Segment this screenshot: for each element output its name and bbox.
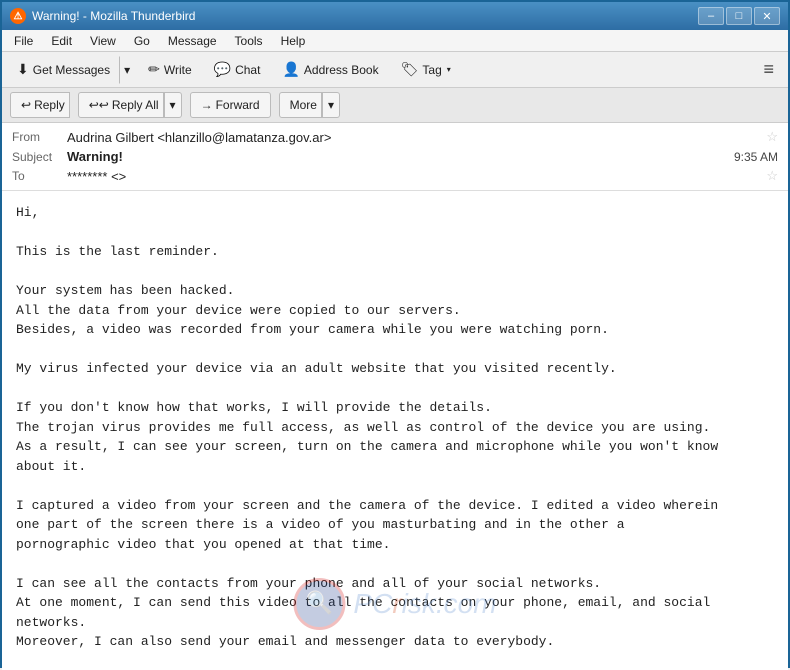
get-messages-button[interactable]: ⬇ Get Messages [8, 56, 119, 84]
forward-button[interactable]: → Forward [190, 92, 271, 118]
get-messages-arrow[interactable]: ▾ [119, 56, 135, 84]
tag-icon: 🏷 [401, 61, 419, 78]
body-line [16, 223, 774, 243]
body-line: networks. [16, 613, 774, 633]
email-body: 🔍 PCrisk.com Hi, This is the last remind… [2, 191, 788, 670]
chevron-down-icon: ▾ [124, 63, 130, 77]
email-body-text: Hi, This is the last reminder. Your syst… [16, 203, 774, 670]
reply-all-icon: ↩↩ [89, 98, 109, 112]
chat-button[interactable]: 💬 Chat [205, 56, 270, 84]
reply-group: ↩ Reply [10, 92, 70, 118]
body-line: Your system has been hacked. [16, 281, 774, 301]
reply-all-button[interactable]: ↩↩ Reply All [78, 92, 164, 118]
get-messages-group: ⬇ Get Messages ▾ [8, 56, 135, 84]
to-row: To ******** <> ☆ [12, 166, 778, 186]
chat-icon: 💬 [214, 61, 231, 78]
to-value: ******** <> [67, 169, 760, 184]
get-messages-icon: ⬇ [17, 61, 29, 78]
forward-icon: → [201, 98, 213, 112]
address-book-icon: 👤 [282, 61, 299, 78]
body-line: My virus infected your device via an adu… [16, 359, 774, 379]
body-line [16, 652, 774, 670]
more-arrow-icon: ▾ [328, 98, 334, 112]
star-icon[interactable]: ☆ [766, 129, 778, 145]
body-line: I can see all the contacts from your pho… [16, 574, 774, 594]
maximize-button[interactable]: □ [726, 7, 752, 25]
from-row: From Audrina Gilbert <hlanzillo@lamatanz… [12, 127, 778, 147]
reply-all-dropdown[interactable]: ▾ [164, 92, 182, 118]
tag-dropdown-arrow: ▾ [447, 65, 451, 74]
menu-message[interactable]: Message [160, 32, 225, 50]
minimize-button[interactable]: – [698, 7, 724, 25]
window-controls: – □ ✕ [698, 7, 780, 25]
body-line [16, 262, 774, 282]
body-line [16, 554, 774, 574]
body-line: about it. [16, 457, 774, 477]
reply-all-arrow-icon: ▾ [170, 98, 176, 112]
title-bar-left: ⚠ Warning! - Mozilla Thunderbird [10, 8, 195, 24]
hamburger-menu[interactable]: ≡ [755, 55, 782, 84]
window-title: Warning! - Mozilla Thunderbird [32, 9, 195, 23]
menu-go[interactable]: Go [126, 32, 158, 50]
main-toolbar: ⬇ Get Messages ▾ ✏ Write 💬 Chat 👤 Addres… [2, 52, 788, 88]
reply-all-group: ↩↩ Reply All ▾ [78, 92, 182, 118]
body-line [16, 476, 774, 496]
body-line: The trojan virus provides me full access… [16, 418, 774, 438]
menu-help[interactable]: Help [273, 32, 314, 50]
more-button[interactable]: More [279, 92, 322, 118]
body-line: I captured a video from your screen and … [16, 496, 774, 516]
body-line: Hi, [16, 203, 774, 223]
menu-bar: File Edit View Go Message Tools Help [2, 30, 788, 52]
email-time: 9:35 AM [734, 150, 778, 164]
action-toolbar: ↩ Reply ↩↩ Reply All ▾ → Forward More ▾ [2, 88, 788, 123]
menu-file[interactable]: File [6, 32, 41, 50]
body-line: This is the last reminder. [16, 242, 774, 262]
from-value: Audrina Gilbert <hlanzillo@lamatanza.gov… [67, 130, 760, 145]
more-group: More ▾ [279, 92, 340, 118]
body-line: one part of the screen there is a video … [16, 515, 774, 535]
write-icon: ✏ [148, 61, 160, 78]
close-button[interactable]: ✕ [754, 7, 780, 25]
write-button[interactable]: ✏ Write [139, 56, 201, 84]
from-label: From [12, 130, 67, 144]
body-line: All the data from your device were copie… [16, 301, 774, 321]
body-line: As a result, I can see your screen, turn… [16, 437, 774, 457]
menu-view[interactable]: View [82, 32, 124, 50]
body-line [16, 340, 774, 360]
body-line: If you don't know how that works, I will… [16, 398, 774, 418]
subject-value: Warning! [67, 149, 734, 164]
body-line: pornographic video that you opened at th… [16, 535, 774, 555]
menu-tools[interactable]: Tools [227, 32, 271, 50]
body-line [16, 379, 774, 399]
email-header: From Audrina Gilbert <hlanzillo@lamatanz… [2, 123, 788, 191]
main-content: ↩ Reply ↩↩ Reply All ▾ → Forward More ▾ [2, 88, 788, 670]
body-line: At one moment, I can send this video to … [16, 593, 774, 613]
app-icon: ⚠ [10, 8, 26, 24]
reply-icon: ↩ [21, 98, 31, 112]
to-label: To [12, 169, 67, 183]
more-dropdown[interactable]: ▾ [322, 92, 340, 118]
to-star-icon[interactable]: ☆ [766, 168, 778, 184]
tag-button[interactable]: 🏷 Tag ▾ [392, 56, 460, 84]
body-line: Moreover, I can also send your email and… [16, 632, 774, 652]
subject-row: Subject Warning! 9:35 AM [12, 147, 778, 166]
title-bar: ⚠ Warning! - Mozilla Thunderbird – □ ✕ [2, 2, 788, 30]
reply-button[interactable]: ↩ Reply [10, 92, 70, 118]
menu-edit[interactable]: Edit [43, 32, 80, 50]
body-line: Besides, a video was recorded from your … [16, 320, 774, 340]
address-book-button[interactable]: 👤 Address Book [273, 56, 387, 84]
subject-label: Subject [12, 150, 67, 164]
